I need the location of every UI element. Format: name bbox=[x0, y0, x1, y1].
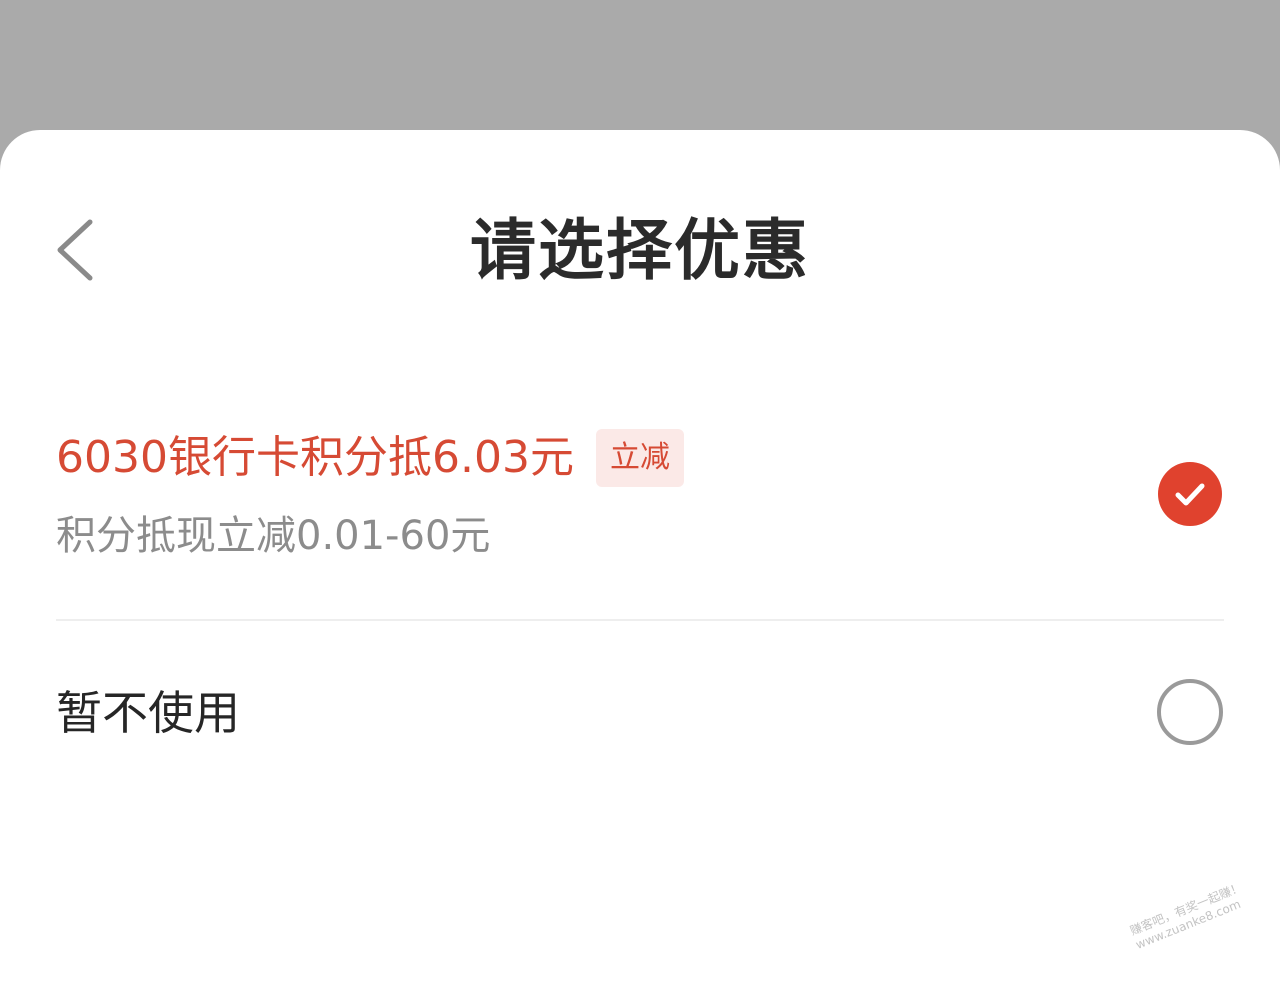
check-icon bbox=[1175, 483, 1205, 506]
sheet-title: 请选择优惠 bbox=[470, 212, 810, 289]
instant-discount-badge: 立减 bbox=[595, 429, 684, 487]
discount-selection-sheet: 请选择优惠 6030银行卡积分抵6.03元 立减 积分抵现立减0.01-60元 … bbox=[0, 130, 1280, 997]
selected-radio[interactable] bbox=[1158, 462, 1222, 526]
discount-option-none[interactable]: 暂不使用 bbox=[0, 621, 1280, 801]
watermark: 赚客吧，有奖一起赚！ www.zuanke8.com bbox=[1128, 880, 1251, 953]
option-description: 积分抵现立减0.01-60元 bbox=[56, 513, 491, 559]
discount-option-points[interactable]: 6030银行卡积分抵6.03元 立减 积分抵现立减0.01-60元 bbox=[0, 410, 1280, 620]
option-title: 暂不使用 bbox=[56, 686, 240, 740]
option-title: 6030银行卡积分抵6.03元 bbox=[56, 432, 574, 483]
unselected-radio[interactable] bbox=[1157, 679, 1223, 745]
option-title-row: 6030银行卡积分抵6.03元 立减 bbox=[56, 428, 684, 488]
